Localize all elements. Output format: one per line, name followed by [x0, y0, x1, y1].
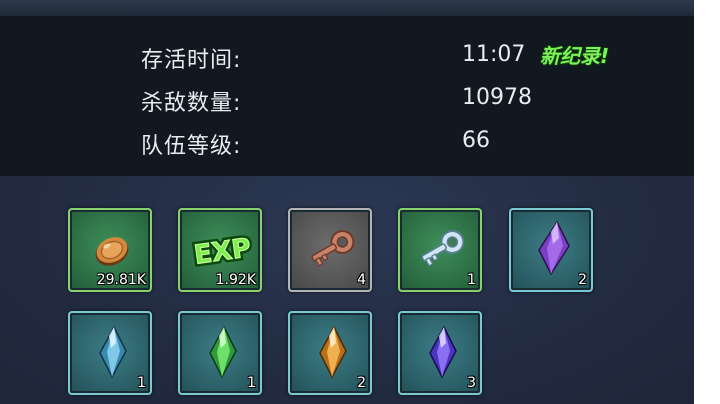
silver-key-icon [421, 230, 465, 267]
stats-panel: 存活时间: 11:07 新纪录! 杀敌数量: 10978 队伍等级: 66 [0, 16, 694, 176]
reward-count: 1.92K [215, 272, 256, 288]
cyan-crystal-icon [99, 325, 127, 379]
reward-count: 3 [467, 375, 476, 391]
reward-slot-bronze-key[interactable]: 4 [288, 208, 372, 292]
reward-slot-silver-key[interactable]: 1 [398, 208, 482, 292]
reward-count: 2 [578, 272, 587, 288]
reward-slot-green-crystal[interactable]: 1 [178, 311, 262, 395]
reward-count: 29.81K [96, 272, 146, 288]
kills-label: 杀敌数量: [141, 91, 242, 116]
team-level-row: 队伍等级: 66 [0, 122, 694, 162]
game-area: 存活时间: 11:07 新纪录! 杀敌数量: 10978 队伍等级: 66 29… [0, 0, 694, 404]
rewards-area: 29.81K EXP EXP 1.92K 4 1 2 1 1 2 3 [0, 176, 694, 404]
reward-count: 1 [137, 375, 146, 391]
svg-text:EXP: EXP [192, 233, 252, 271]
new-record-badge: 新纪录! [540, 44, 610, 68]
bronze-key-icon [311, 230, 355, 267]
reward-count: 2 [357, 375, 366, 391]
orange-crystal-icon [319, 325, 347, 379]
reward-slot-purple-crystal[interactable]: 2 [509, 208, 593, 292]
reward-count: 1 [247, 375, 256, 391]
team-level-label: 队伍等级: [141, 134, 242, 159]
reward-count: 4 [357, 272, 366, 288]
reward-slot-exp[interactable]: EXP EXP 1.92K [178, 208, 262, 292]
kills-value: 10978 [462, 85, 532, 110]
reward-slot-gold-coin[interactable]: 29.81K [68, 208, 152, 292]
gold-coin-icon [95, 237, 129, 266]
survival-time-row: 存活时间: 11:07 新纪录! [0, 36, 694, 76]
reward-slot-violet-crystal[interactable]: 3 [398, 311, 482, 395]
purple-crystal-icon [538, 220, 570, 276]
kills-row: 杀敌数量: 10978 [0, 79, 694, 119]
team-level-value: 66 [462, 128, 490, 153]
green-crystal-icon [209, 325, 237, 379]
game-result-screen: 存活时间: 11:07 新纪录! 杀敌数量: 10978 队伍等级: 66 29… [0, 0, 720, 404]
violet-crystal-icon [429, 325, 457, 379]
top-scene-strip [0, 0, 694, 16]
exp-icon: EXP EXP [192, 230, 252, 274]
reward-slot-orange-crystal[interactable]: 2 [288, 311, 372, 395]
survival-time-value: 11:07 [462, 42, 526, 67]
survival-time-label: 存活时间: [141, 48, 242, 73]
reward-count: 1 [467, 272, 476, 288]
reward-slot-cyan-crystal[interactable]: 1 [68, 311, 152, 395]
